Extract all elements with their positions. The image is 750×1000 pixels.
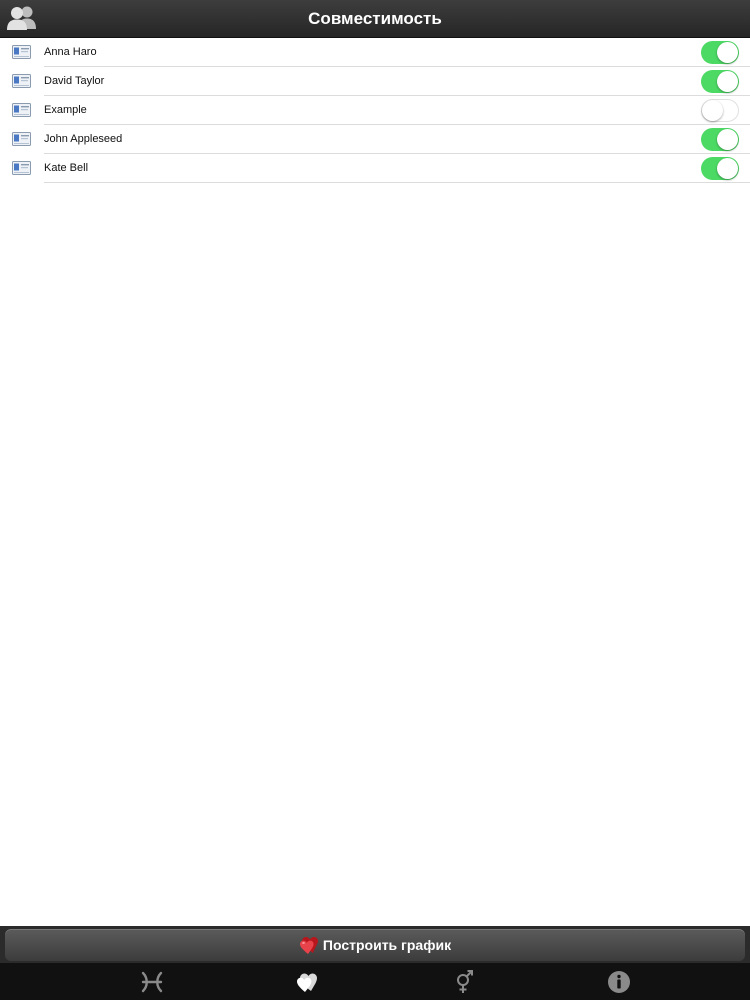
- compatibility-toggle[interactable]: [701, 99, 739, 122]
- tab-compatibility[interactable]: [295, 969, 321, 995]
- contact-card-icon: [12, 161, 31, 175]
- toggle-knob: [717, 71, 738, 92]
- contact-name: Kate Bell: [44, 162, 89, 174]
- contact-card-icon: [12, 74, 31, 88]
- list-item[interactable]: Example: [0, 96, 750, 125]
- contact-name: Anna Haro: [44, 46, 97, 58]
- page-title: Совместимость: [308, 9, 442, 28]
- contacts-list: Anna Haro David Taylor Example John Appl…: [0, 38, 750, 183]
- build-chart-label: Построить график: [322, 937, 452, 953]
- build-chart-button[interactable]: Построить график: [5, 929, 745, 961]
- gender-icon: [457, 970, 473, 993]
- tab-bar: [0, 963, 750, 1000]
- toggle-knob: [717, 129, 738, 150]
- compatibility-toggle[interactable]: [701, 157, 739, 180]
- hearts-icon: [297, 973, 317, 992]
- list-item[interactable]: David Taylor: [0, 67, 750, 96]
- hearts-icon: [299, 937, 318, 954]
- divider: [44, 182, 750, 183]
- contact-card-icon: [12, 132, 31, 146]
- info-icon: [608, 971, 630, 993]
- compatibility-toggle[interactable]: [701, 70, 739, 93]
- compatibility-toggle[interactable]: [701, 41, 739, 64]
- contact-card-icon: [12, 45, 31, 59]
- contact-card-icon: [12, 103, 31, 117]
- zodiac-icon: [141, 971, 163, 993]
- contact-name: John Appleseed: [44, 133, 123, 145]
- list-item[interactable]: John Appleseed: [0, 125, 750, 154]
- tab-gender[interactable]: [451, 969, 477, 995]
- toggle-knob: [702, 100, 723, 121]
- tab-info[interactable]: [606, 969, 632, 995]
- toggle-knob: [717, 42, 738, 63]
- action-bar: Построить график: [0, 926, 750, 963]
- toggle-knob: [717, 158, 738, 179]
- contact-name: David Taylor: [44, 75, 105, 87]
- compatibility-toggle[interactable]: [701, 128, 739, 151]
- navigation-bar: Совместимость: [0, 0, 750, 38]
- list-item[interactable]: Kate Bell: [0, 154, 750, 183]
- tab-zodiac[interactable]: [139, 969, 165, 995]
- contact-name: Example: [44, 104, 87, 116]
- list-item[interactable]: Anna Haro: [0, 38, 750, 67]
